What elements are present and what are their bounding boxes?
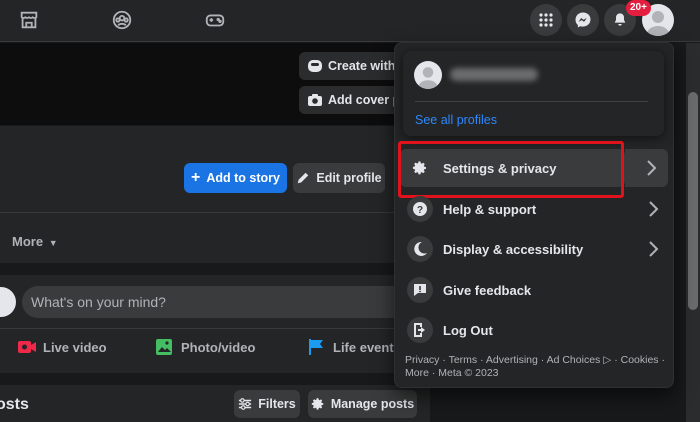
header-divider (0, 212, 430, 213)
svg-text:?: ? (417, 205, 423, 216)
manage-posts-button[interactable]: Manage posts (308, 390, 417, 418)
edit-profile-label: Edit profile (316, 171, 382, 185)
plus-icon: + (191, 169, 201, 186)
menu-item-log-out[interactable]: Log Out (400, 311, 668, 349)
help-icon: ? (407, 196, 433, 222)
chevron-right-icon (649, 241, 659, 257)
posts-title: osts (0, 396, 29, 413)
notification-count-badge: 20+ (626, 0, 651, 16)
menu-item-label: Help & support (443, 201, 537, 217)
manage-posts-label: Manage posts (330, 397, 415, 411)
profile-header (0, 126, 430, 263)
pencil-icon (298, 172, 309, 184)
profile-card-divider (415, 101, 648, 102)
gaming-icon[interactable] (204, 9, 228, 33)
menu-grid-icon (539, 13, 553, 27)
live-video-label: Live video (43, 339, 107, 355)
filters-button[interactable]: Filters (234, 390, 300, 418)
menu-item-display-accessibility[interactable]: Display & accessibility (400, 230, 668, 268)
more-label: More (12, 234, 44, 249)
footer-copyright[interactable]: More · Meta © 2023 (405, 367, 667, 380)
menu-footer: Privacy · Terms · Advertising · Ad Choic… (405, 354, 667, 380)
add-to-story-label: Add to story (206, 171, 280, 185)
filters-icon (239, 398, 252, 410)
scrollbar-thumb[interactable] (688, 92, 698, 310)
chevron-right-icon (649, 201, 659, 217)
filters-label: Filters (258, 397, 296, 411)
photo-icon (156, 339, 172, 355)
menu-item-help-support[interactable]: ? Help & support (400, 190, 668, 228)
composer-divider (0, 328, 430, 329)
messenger-icon (575, 12, 591, 28)
chevron-right-icon (647, 160, 657, 176)
add-to-story-button[interactable]: + Add to story (184, 163, 287, 193)
feedback-icon (407, 277, 433, 303)
bell-icon (614, 13, 626, 26)
more-tab[interactable]: More ▼ (12, 234, 58, 249)
top-navigation (0, 0, 700, 42)
live-video-icon (18, 341, 36, 353)
menu-grid-button[interactable] (530, 4, 562, 36)
see-all-profiles-link[interactable]: See all profiles (415, 113, 497, 127)
blurred-profile-name[interactable] (450, 68, 538, 81)
moon-icon (407, 236, 433, 262)
gear-icon (311, 398, 324, 410)
photo-video-label: Photo/video (181, 339, 256, 355)
flag-icon (309, 339, 323, 355)
marketplace-icon[interactable] (18, 9, 42, 33)
menu-item-label: Give feedback (443, 282, 532, 298)
groups-icon[interactable] (111, 9, 135, 33)
edit-profile-button[interactable]: Edit profile (293, 163, 385, 193)
logout-icon (407, 317, 433, 343)
life-event-label: Life event (333, 339, 394, 355)
menu-item-give-feedback[interactable]: Give feedback (400, 271, 668, 309)
photo-video-button[interactable]: Photo/video (155, 338, 255, 356)
life-event-button[interactable]: Life event (307, 338, 394, 356)
caret-down-icon: ▼ (48, 238, 58, 248)
menu-item-label: Log Out (443, 322, 493, 338)
menu-item-label: Display & accessibility (443, 241, 584, 257)
avatar-face-icon (308, 60, 322, 72)
profile-avatar[interactable] (414, 61, 442, 89)
live-video-button[interactable]: Live video (17, 338, 107, 356)
composer-input[interactable]: What's on your mind? (22, 286, 422, 318)
messenger-button[interactable] (567, 4, 599, 36)
camera-icon (308, 94, 322, 106)
footer-links[interactable]: Privacy · Terms · Advertising · Ad Choic… (405, 354, 667, 367)
